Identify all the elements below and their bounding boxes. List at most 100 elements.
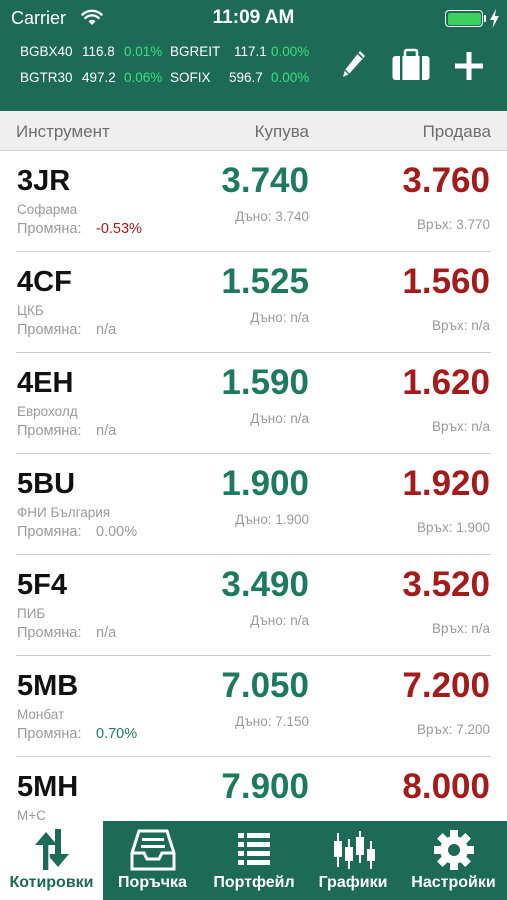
change-value: -0.53% [96,221,142,237]
quotes-arrows-icon [34,829,69,870]
battery-tip [484,15,486,22]
change-label: Промяна: [17,625,82,641]
company-name: Софарма [17,202,78,217]
tab-order[interactable]: Поръчка [103,821,202,900]
charging-bolt-icon [490,9,499,28]
tab-label: Настройки [411,874,496,891]
quote-row[interactable]: 4EH Еврохолд Промяна: n/a 1.590 1.620 Дъ… [0,353,507,454]
instrument-symbol: 5MB [17,670,79,702]
tab-portfolio[interactable]: Портфейл [202,821,306,900]
ask-price: 8.000 [402,767,490,806]
inbox-tray-icon [130,829,175,871]
company-name: ЦКБ [17,303,44,318]
company-name: М+С [17,808,46,821]
candlestick-icon [334,831,375,869]
quote-row[interactable]: 5F4 ПИБ Промяна: n/a 3.490 3.520 Дъно: n… [0,555,507,656]
company-name: ФНИ България [17,505,111,520]
tab-bar: Котировки Поръчка Портфейл Графики Настр… [0,821,507,900]
day-high: Връх: n/a [432,621,490,636]
change-value: n/a [96,322,117,338]
bid-price: 7.900 [221,767,309,806]
instrument-symbol: 3JR [17,165,71,197]
tab-label: Поръчка [118,874,187,891]
quote-row[interactable]: 5MB Монбат Промяна: 0.70% 7.050 7.200 Дъ… [0,656,507,757]
day-high: Връх: 3.770 [417,217,490,232]
index-change: 0.01% [124,44,163,59]
quote-row[interactable]: 3JR Софарма Промяна: -0.53% 3.740 3.760 … [0,151,507,252]
column-sell: Продава [422,122,491,141]
tab-label: Портфейл [213,874,295,891]
index-change: 0.00% [271,70,310,85]
ask-price: 1.620 [402,363,490,402]
status-bar: Carrier 11:09 AM [0,0,507,36]
clock: 11:09 AM [212,7,295,28]
gear-icon [433,830,474,870]
day-low: Дъно: 7.150 [235,714,309,729]
day-low: Дъно: 3.740 [235,209,309,224]
bid-price: 7.050 [221,666,309,705]
bid-price: 3.490 [221,565,309,604]
bid-price: 3.740 [221,161,309,200]
bid-price: 1.590 [221,363,309,402]
day-high: Връх: n/a [432,419,490,434]
change-value: n/a [96,423,117,439]
list-icon [238,833,270,865]
quote-row[interactable]: 5MH М+С 7.900 8.000 [0,757,507,821]
index-name: SOFIX [170,70,211,85]
tab-quotes[interactable]: Котировки [0,821,103,900]
index-name: BGTR30 [20,70,73,85]
day-high: Връх: 7.200 [417,722,490,737]
quote-row[interactable]: 4CF ЦКБ Промяна: n/a 1.525 1.560 Дъно: n… [0,252,507,353]
bid-price: 1.900 [221,464,309,503]
change-label: Промяна: [17,726,82,742]
index-value: 117.1 [234,44,267,59]
company-name: Еврохолд [17,404,78,419]
bid-price: 1.525 [221,262,309,301]
index-value: 116.8 [82,44,115,59]
change-label: Промяна: [17,524,82,540]
column-instrument: Инструмент [16,122,110,141]
pencil-icon[interactable] [340,48,368,82]
ask-price: 1.920 [402,464,490,503]
index-name: BGBX40 [20,44,73,59]
index-change: 0.06% [124,70,163,85]
tab-charts[interactable]: Графики [306,821,400,900]
column-buy: Купува [254,122,309,141]
day-low: Дъно: 1.900 [235,512,309,527]
change-value: 0.70% [96,726,138,742]
instrument-symbol: 5BU [17,468,76,500]
instrument-symbol: 5MH [17,771,79,803]
instrument-symbol: 4EH [17,367,74,399]
plus-icon[interactable] [453,50,485,82]
tab-settings[interactable]: Настройки [400,821,507,900]
change-label: Промяна: [17,423,82,439]
index-value: 497.2 [82,70,116,85]
ask-price: 3.520 [402,565,490,604]
change-label: Промяна: [17,322,82,338]
change-value: n/a [96,625,117,641]
quote-list[interactable]: 3JR Софарма Промяна: -0.53% 3.740 3.760 … [0,151,507,821]
day-high: Връх: n/a [432,318,490,333]
day-high: Връх: 1.900 [417,520,490,535]
column-header: Инструмент Купува Продава [0,111,507,151]
app-header: Carrier 11:09 AM BGBX40 116.8 0.01% BGRE… [0,0,507,111]
day-low: Дъно: n/a [250,310,309,325]
change-value: 0.00% [96,524,138,540]
change-label: Промяна: [17,221,82,237]
ask-price: 7.200 [402,666,490,705]
briefcase-icon[interactable] [391,48,431,82]
battery-icon [445,10,483,27]
tab-label: Котировки [9,874,94,891]
day-low: Дъно: n/a [250,613,309,628]
index-value: 596.7 [229,70,263,85]
index-name: BGREIT [170,44,221,59]
company-name: ПИБ [17,606,46,621]
instrument-symbol: 5F4 [17,569,67,601]
index-change: 0.00% [271,44,310,59]
day-low: Дъно: n/a [250,411,309,426]
quote-row[interactable]: 5BU ФНИ България Промяна: 0.00% 1.900 1.… [0,454,507,555]
tab-label: Графики [318,874,388,891]
instrument-symbol: 4CF [17,266,72,298]
ask-price: 1.560 [402,262,490,301]
company-name: Монбат [17,707,65,722]
